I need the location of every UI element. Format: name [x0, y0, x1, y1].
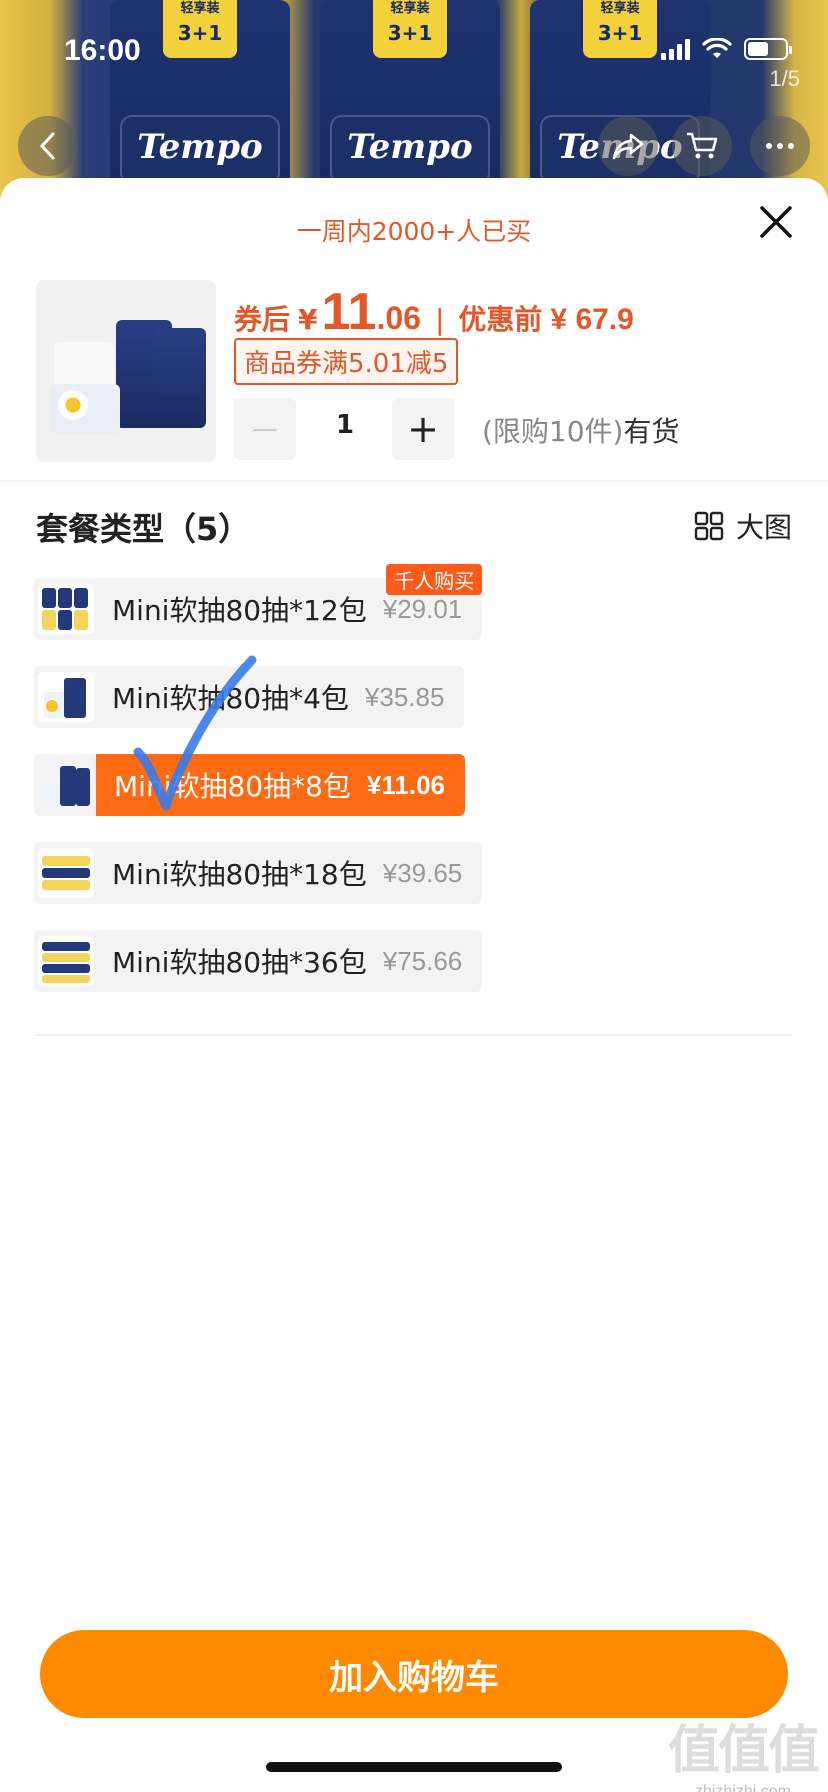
- sku-option[interactable]: Mini软抽80抽*18包 ¥39.65: [34, 842, 483, 904]
- divider: [0, 480, 828, 482]
- sku-thumbnail: [38, 584, 94, 634]
- plus-icon: +: [407, 407, 439, 451]
- status-bar: 16:00 1/5: [0, 0, 828, 100]
- sales-banner: 一周内2000+人已买: [296, 217, 532, 246]
- sku-option[interactable]: Mini软抽80抽*36包 ¥75.66: [34, 930, 483, 992]
- more-dots-icon: [766, 143, 794, 149]
- sku-option-name: Mini软抽80抽*18包: [112, 858, 367, 891]
- sku-option-name: Mini软抽80抽*36包: [112, 946, 367, 979]
- currency-symbol: ¥: [298, 303, 318, 336]
- sku-option-price: ¥39.65: [382, 857, 463, 888]
- sku-option-name: Mini软抽80抽*8包: [114, 770, 351, 803]
- signal-icon: [661, 38, 690, 60]
- sku-selection-sheet: 一周内2000+人已买 券后 ¥ 11 .06 | 优惠前 ¥ 67.9 商品券…: [0, 178, 828, 1792]
- watermark-url: zhizhizhi.com: [694, 1783, 791, 1792]
- before-discount-price: ¥ 67.9: [550, 303, 634, 336]
- more-button[interactable]: [750, 116, 810, 176]
- battery-icon: [744, 38, 792, 60]
- price-row: 券后 ¥ 11 .06 | 优惠前 ¥ 67.9: [234, 282, 634, 342]
- watermark: 值值值 zhizhizhi.com: [667, 1708, 820, 1792]
- share-icon: [612, 133, 644, 160]
- battery-level: [748, 42, 768, 56]
- brand-logo: Tempo: [120, 115, 280, 185]
- sku-thumbnail: [34, 754, 96, 816]
- close-icon[interactable]: [754, 200, 798, 244]
- back-button[interactable]: [18, 116, 78, 176]
- minus-icon: —: [252, 414, 278, 444]
- sku-thumbnail: [38, 672, 94, 722]
- watermark-logo: 值值值: [667, 1720, 820, 1781]
- wifi-icon: [702, 38, 732, 58]
- product-thumbnail[interactable]: [36, 280, 216, 462]
- image-page-indicator: 1/5: [769, 66, 800, 91]
- price-integer: 11: [321, 283, 377, 341]
- big-image-label: 大图: [735, 511, 792, 544]
- status-time: 16:00: [64, 34, 141, 67]
- before-discount-label: 优惠前: [458, 303, 543, 336]
- share-button[interactable]: [598, 116, 658, 176]
- status-icons: [661, 38, 792, 60]
- purchase-limit: (限购10件)有货: [482, 410, 680, 450]
- big-image-toggle[interactable]: 大图: [694, 506, 792, 546]
- add-to-cart-button[interactable]: 加入购物车: [40, 1630, 788, 1718]
- grid-icon: [694, 511, 724, 541]
- after-coupon-label: 券后: [234, 303, 291, 336]
- package-type-title: 套餐类型（5）: [36, 510, 251, 548]
- cart-button[interactable]: [672, 116, 732, 176]
- divider: [36, 1034, 792, 1036]
- hot-sale-tag: 千人购买: [386, 564, 483, 595]
- sku-option-price: ¥35.85: [364, 681, 445, 712]
- quantity-decrease-button[interactable]: —: [234, 398, 296, 460]
- sku-thumbnail: [38, 848, 94, 898]
- shopping-cart-icon: [687, 132, 718, 159]
- sku-option-name: Mini软抽80抽*4包: [112, 682, 349, 715]
- sku-option-price: ¥75.66: [382, 945, 463, 976]
- sku-option-price: ¥11.06: [366, 769, 446, 800]
- home-indicator[interactable]: [266, 1762, 562, 1772]
- coupon-badge: 商品券满5.01减5: [234, 338, 459, 385]
- sku-option-price: ¥29.01: [382, 593, 463, 624]
- sku-thumbnail: [38, 936, 94, 986]
- sku-option[interactable]: Mini软抽80抽*4包 ¥35.85: [34, 666, 465, 728]
- quantity-increase-button[interactable]: +: [392, 398, 454, 460]
- sku-option-selected[interactable]: Mini软抽80抽*8包 ¥11.06: [34, 754, 466, 816]
- sku-option[interactable]: Mini软抽80抽*12包 ¥29.01 千人购买: [34, 564, 483, 640]
- stock-status: 有货: [623, 415, 680, 448]
- price-decimal: .06: [376, 300, 421, 336]
- price-separator: |: [434, 303, 445, 336]
- brand-logo: Tempo: [330, 115, 490, 185]
- sku-option-name: Mini软抽80抽*12包: [112, 594, 367, 627]
- quantity-value[interactable]: 1: [320, 410, 370, 440]
- chevron-left-icon: [39, 132, 55, 160]
- limit-text: (限购10件): [482, 415, 624, 448]
